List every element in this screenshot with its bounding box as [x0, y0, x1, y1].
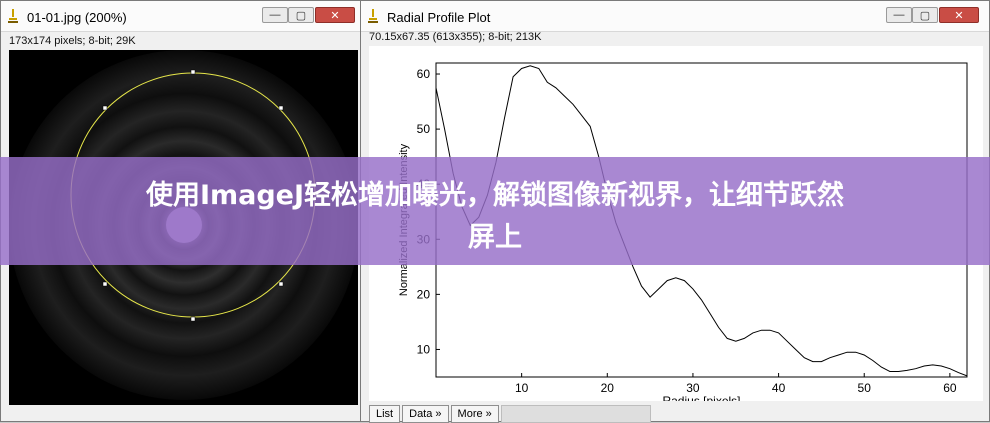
imagej-microscope-icon: [368, 9, 378, 23]
x-tick-label: 40: [772, 381, 786, 395]
imagej-microscope-icon: [8, 9, 18, 23]
list-button[interactable]: List: [369, 405, 401, 423]
y-tick-label: 20: [417, 287, 431, 301]
banner-text-line2: 屏上: [468, 222, 522, 253]
more-menu-button[interactable]: More »: [450, 405, 499, 423]
x-tick-label: 60: [943, 381, 957, 395]
x-tick-label: 20: [601, 381, 615, 395]
image-window-title: 01-01.jpg (200%): [27, 10, 127, 25]
banner-text-line1: 使用ImageJ轻松增加曝光，解锁图像新视界，让细节跃然: [145, 180, 845, 211]
close-button[interactable]: ✕: [315, 7, 355, 23]
y-tick-label: 60: [417, 67, 431, 81]
image-info-text: 173x174 pixels; 8-bit; 29K: [9, 35, 136, 47]
close-button[interactable]: ✕: [939, 7, 979, 23]
plot-window-title: Radial Profile Plot: [387, 10, 491, 25]
maximize-button[interactable]: ▢: [288, 7, 314, 23]
plot-button-bar: List Data » More »: [369, 405, 651, 423]
x-tick-label: 30: [686, 381, 700, 395]
x-tick-label: 50: [858, 381, 872, 395]
maximize-button[interactable]: ▢: [912, 7, 938, 23]
plot-info-text: 70.15x67.35 (613x355); 8-bit; 213K: [369, 31, 542, 43]
y-tick-label: 10: [417, 342, 431, 356]
plot-window-titlebar[interactable]: Radial Profile Plot — ▢ ✕: [361, 1, 989, 32]
image-window-titlebar[interactable]: 01-01.jpg (200%) — ▢ ✕: [1, 1, 368, 32]
status-field: [500, 405, 651, 423]
caption-banner: 使用ImageJ轻松增加曝光，解锁图像新视界，让细节跃然 屏上: [0, 157, 990, 265]
x-tick-label: 10: [515, 381, 529, 395]
data-menu-button[interactable]: Data »: [402, 405, 449, 423]
minimize-button[interactable]: —: [886, 7, 912, 23]
y-tick-label: 50: [417, 122, 431, 136]
x-axis-label: Radius [pixels]: [662, 394, 740, 401]
minimize-button[interactable]: —: [262, 7, 288, 23]
